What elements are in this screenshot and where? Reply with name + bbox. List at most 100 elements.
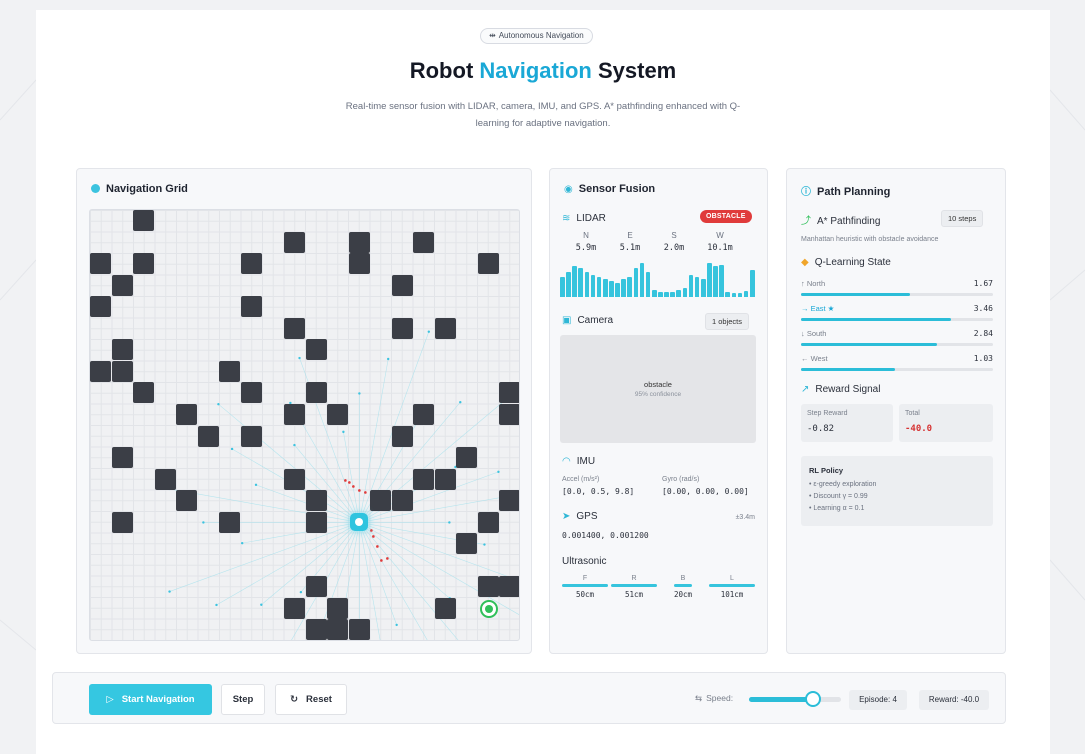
lidar-bar (658, 291, 663, 297)
obstacle-cell (111, 511, 133, 533)
title-part-1: Robot (409, 58, 480, 83)
total-reward-label: Total (905, 410, 920, 417)
step-button[interactable]: Step (221, 684, 265, 715)
path-planning-title: ⓘ Path Planning (801, 186, 891, 198)
lidar-direction-label: S (671, 231, 677, 240)
lidar-point (240, 541, 244, 545)
obstacle-cell (434, 597, 456, 619)
speed-slider-handle[interactable] (805, 691, 822, 707)
obstacle-cell (327, 619, 349, 640)
obstacle-cell (413, 468, 435, 490)
lidar-direction-value: 5.9m (575, 243, 597, 253)
obstacle-cell (176, 490, 198, 512)
obstacle-cell (391, 317, 413, 339)
obstacle-cell (240, 253, 262, 275)
obstacle-cell (305, 576, 327, 598)
gps-value: 0.001400, 0.001200 (562, 531, 649, 540)
obstacle-cell (240, 382, 262, 404)
total-reward-value: -40.0 (905, 424, 933, 434)
q-value-track (801, 343, 993, 346)
obstacle-cell (348, 253, 370, 275)
lidar-bar (566, 271, 571, 297)
control-bar: ▷ Start Navigation Step ↻ Reset ⇆ Speed: Ep… (52, 672, 1006, 724)
lidar-direction-value: 5.1m (619, 243, 641, 253)
lidar-bar (713, 266, 718, 297)
astar-label: ⤴ A* Pathfinding (801, 216, 881, 227)
q-value-number: 3.46 (973, 304, 993, 313)
total-reward-box: Total -40.0 (899, 404, 993, 442)
obstacle-cell (283, 597, 305, 619)
speed-slider[interactable] (749, 697, 841, 702)
lidar-bar (719, 264, 724, 297)
accel-value: [0.0, 0.5, 9.8] (562, 487, 635, 496)
start-navigation-button[interactable]: ▷ Start Navigation (89, 684, 212, 715)
lidar-bar (584, 271, 590, 297)
lidar-direction-label: W (716, 231, 724, 240)
obstacle-cell (499, 490, 519, 512)
camera-icon: ▣ (562, 315, 572, 326)
q-value-label: ↑ North (801, 279, 826, 288)
ultrasonic-value: 51cm (624, 590, 644, 599)
lidar-point (202, 521, 205, 524)
lidar-bar (737, 292, 743, 297)
qlearning-label: ◆ Q-Learning State (801, 257, 891, 268)
accel-label: Accel (m/s²) (562, 476, 600, 483)
lidar-direction-value: 2.0m (663, 243, 685, 253)
lidar-bar (749, 270, 755, 297)
q-value-fill (801, 343, 938, 346)
ultrasonic-value: 50cm (575, 590, 595, 599)
obstacle-cell (305, 339, 327, 361)
ultrasonic-bar (709, 584, 755, 587)
episode-badge: Episode: 4 (849, 690, 907, 710)
obstacle-cell (111, 447, 133, 469)
lidar-bar (633, 268, 639, 297)
reset-button[interactable]: ↻ Reset (275, 684, 347, 715)
obstacle-cell (305, 382, 327, 404)
lidar-point (395, 623, 398, 627)
obstacle-cell (111, 360, 133, 382)
lidar-direction: N 5.9m (566, 231, 606, 253)
step-reward-label: Step Reward (807, 410, 848, 417)
lidar-bar (590, 275, 596, 297)
speed-slider-fill (749, 697, 814, 702)
lightbulb-icon: ◆ (801, 257, 809, 268)
gps-accuracy: ±3.4m (735, 514, 755, 521)
obstacle-cell (240, 425, 262, 447)
lidar-point (497, 470, 500, 474)
lidar-point (217, 403, 220, 406)
lidar-label: ≋ LIDAR (562, 213, 606, 224)
ultrasonic-direction: R (631, 575, 637, 582)
camera-detection: obstacle (644, 380, 672, 389)
navigation-grid[interactable] (89, 209, 520, 641)
lidar-point (260, 603, 263, 606)
lidar-direction: E 5.1m (610, 231, 650, 253)
obstacle-cell (90, 253, 112, 275)
obstacle-detection-point (364, 491, 367, 494)
obstacle-cell (477, 253, 499, 275)
ultrasonic-direction: B (680, 575, 686, 582)
imu-icon: ◠ (562, 456, 571, 467)
wifi-icon: ◉ (564, 184, 573, 195)
obstacle-cell (348, 231, 370, 253)
lidar-point (293, 443, 296, 447)
obstacle-cell (348, 619, 370, 640)
obstacle-cell (327, 403, 349, 425)
obstacle-cell (391, 490, 413, 512)
rl-policy-box: RL Policy • ε-greedy exploration • Disco… (801, 456, 993, 526)
astar-description: Manhattan heuristic with obstacle avoida… (801, 236, 939, 243)
header-tag: ⇹ Autonomous Navigation (480, 28, 593, 44)
lidar-bar (627, 277, 632, 297)
lidar-point (168, 590, 171, 593)
goal-center-icon (484, 604, 493, 613)
link-icon: ⇹ (489, 31, 496, 40)
q-value-fill (801, 368, 896, 371)
q-value-label: ↓ South (801, 329, 827, 338)
q-value-row: ← West 1.03 (801, 354, 993, 374)
page-title: Robot Navigation System (36, 58, 1050, 84)
lidar-bar (615, 282, 620, 297)
reset-icon: ↻ (290, 694, 299, 705)
obstacle-cell (176, 403, 198, 425)
lidar-point (448, 521, 451, 524)
lidar-point (458, 640, 460, 641)
q-value-row: ↓ South 2.84 (801, 329, 993, 349)
